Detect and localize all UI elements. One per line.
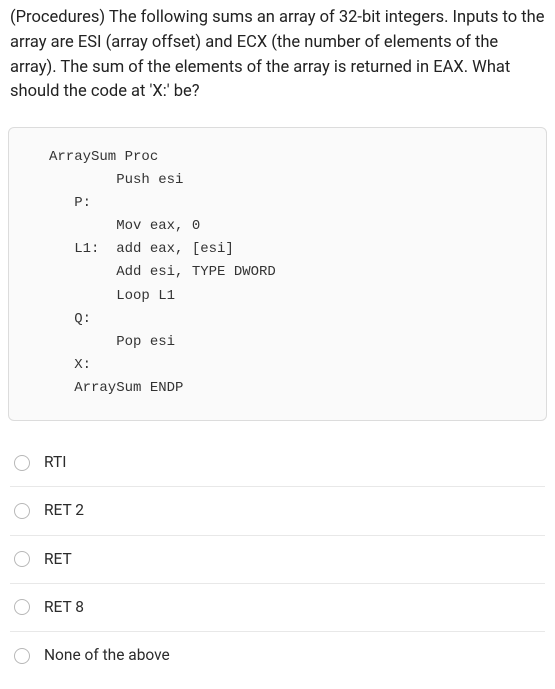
option-rti[interactable]: RTI <box>10 439 545 486</box>
options-list: RTI RET 2 RET RET 8 None of the above <box>0 439 555 689</box>
radio-icon[interactable] <box>14 551 30 567</box>
option-none[interactable]: None of the above <box>10 631 545 679</box>
option-label: RET <box>44 548 72 571</box>
option-label: RET 8 <box>44 596 84 619</box>
option-ret[interactable]: RET <box>10 535 545 583</box>
question-text: (Procedures) The following sums an array… <box>0 0 555 113</box>
option-ret2[interactable]: RET 2 <box>10 486 545 534</box>
radio-icon[interactable] <box>14 503 30 519</box>
option-label: RTI <box>44 451 66 474</box>
option-ret8[interactable]: RET 8 <box>10 583 545 631</box>
radio-icon[interactable] <box>14 455 30 471</box>
radio-icon[interactable] <box>14 599 30 615</box>
radio-icon[interactable] <box>14 648 30 664</box>
code-block: ArraySum Proc Push esi P: Mov eax, 0 L1:… <box>8 127 547 421</box>
option-label: RET 2 <box>44 499 84 522</box>
